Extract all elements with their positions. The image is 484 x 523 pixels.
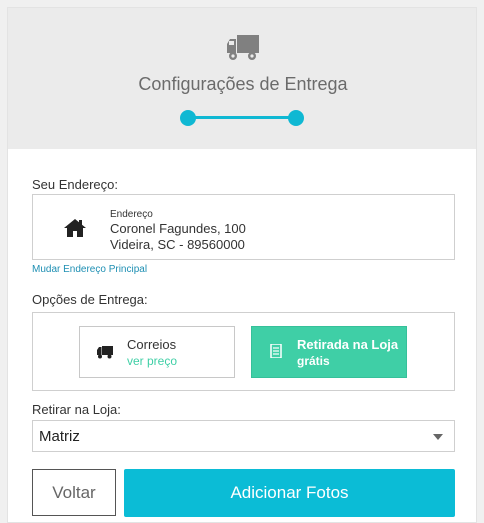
option-subtitle: ver preço [127, 354, 178, 368]
pickup-label: Retirar na Loja: [32, 402, 121, 417]
option-subtitle: grátis [297, 354, 330, 368]
step-dot-1 [180, 110, 196, 126]
back-button[interactable]: Voltar [32, 469, 116, 516]
page-title: Configurações de Entrega [138, 74, 348, 94]
address-caption: Endereço [110, 209, 153, 220]
delivery-options-box: Correios ver preço Retirada na Loja grát… [32, 312, 455, 391]
progress-stepper [180, 109, 304, 127]
option-correios[interactable]: Correios ver preço [79, 326, 235, 378]
truck-icon [227, 35, 259, 60]
change-address-link[interactable]: Mudar Endereço Principal [32, 264, 147, 275]
step-connector [188, 116, 296, 119]
truck-icon [97, 346, 113, 359]
step-dot-2 [288, 110, 304, 126]
store-select-value: Matriz [39, 428, 80, 445]
header: Configurações de Entrega [8, 8, 476, 149]
add-photos-button[interactable]: Adicionar Fotos [124, 469, 455, 517]
receipt-icon [270, 344, 282, 358]
address-line-1: Coronel Fagundes, 100 [110, 221, 246, 236]
store-select[interactable]: Matriz [32, 420, 455, 452]
address-box: Endereço Coronel Fagundes, 100 Videira, … [32, 194, 455, 260]
option-title: Correios [127, 337, 177, 352]
chevron-down-icon [433, 434, 443, 440]
address-label: Seu Endereço: [32, 177, 119, 192]
home-icon [64, 219, 86, 237]
option-retirada-na-loja[interactable]: Retirada na Loja grátis [251, 326, 407, 378]
option-title: Retirada na Loja [297, 337, 399, 352]
address-line-2: Videira, SC - 89560000 [110, 237, 245, 252]
delivery-options-label: Opções de Entrega: [32, 292, 148, 307]
delivery-settings-card: Configurações de Entrega Seu Endereço: E… [7, 7, 477, 523]
